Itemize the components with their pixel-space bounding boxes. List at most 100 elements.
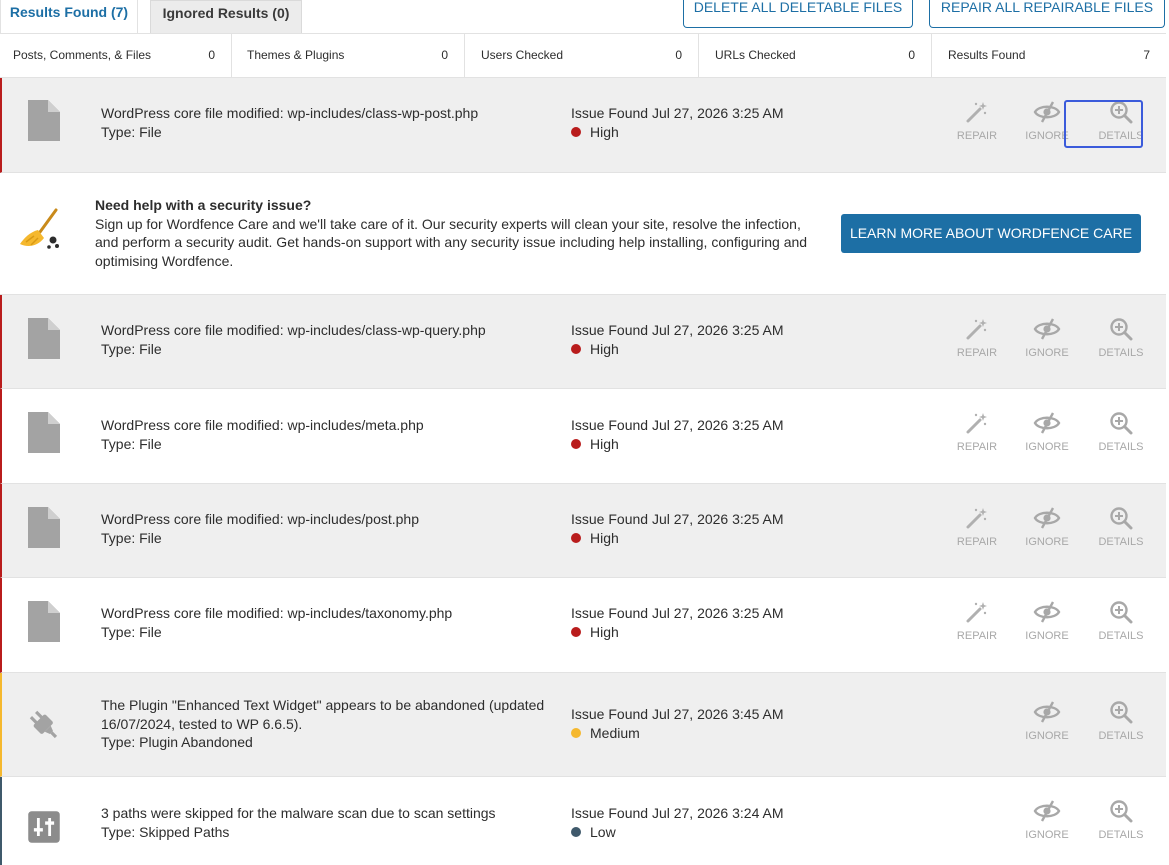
repair-button[interactable]: REPAIR — [947, 317, 1007, 359]
issue-title: WordPress core file modified: wp-include… — [101, 605, 453, 621]
issue-title-block: WordPress core file modified: wp-include… — [101, 604, 551, 641]
sliders-icon — [28, 811, 60, 843]
ignore-button[interactable]: IGNORE — [1017, 799, 1077, 841]
ignore-button[interactable]: IGNORE — [1017, 317, 1077, 359]
severity: High — [571, 435, 783, 454]
zoom-in-icon — [1109, 506, 1133, 530]
file-icon — [26, 411, 62, 455]
ignore-label: IGNORE — [1025, 630, 1069, 642]
issue-status-block: Issue Found Jul 27, 2026 3:24 AM Low — [571, 804, 783, 841]
severity-label: Medium — [590, 724, 640, 741]
eye-slash-icon — [1033, 506, 1061, 530]
ignore-label: IGNORE — [1025, 829, 1069, 841]
issue-title: 3 paths were skipped for the malware sca… — [101, 805, 496, 821]
eye-slash-icon — [1033, 317, 1061, 341]
issue-title: WordPress core file modified: wp-include… — [101, 417, 424, 433]
issue-type: Type: File — [101, 435, 162, 452]
promo-text: Need help with a security issue? Sign up… — [95, 196, 825, 270]
file-icon — [26, 99, 62, 143]
file-icon — [26, 317, 62, 361]
ignore-button[interactable]: IGNORE — [1017, 700, 1077, 742]
severity-dot-icon — [571, 438, 581, 449]
details-button[interactable]: DETAILS — [1091, 799, 1151, 841]
issue-type: Type: File — [101, 340, 162, 357]
issue-found-date: Issue Found Jul 27, 2026 3:25 AM — [571, 322, 784, 338]
delete-all-deletable-files-button[interactable]: DELETE ALL DELETABLE FILES — [683, 0, 913, 28]
ignore-button[interactable]: IGNORE — [1017, 506, 1077, 548]
ignore-label: IGNORE — [1025, 536, 1069, 548]
issue-status-block: Issue Found Jul 27, 2026 3:45 AM Medium — [571, 705, 783, 742]
severity: High — [571, 623, 783, 642]
repair-button[interactable]: REPAIR — [947, 506, 1007, 548]
details-label: DETAILS — [1098, 347, 1144, 359]
details-button[interactable]: DETAILS — [1091, 317, 1151, 359]
severity-label: High — [590, 623, 619, 640]
severity-dot-icon — [571, 626, 581, 637]
scan-summary-bar: Posts, Comments, & Files 0 Themes & Plug… — [0, 33, 1166, 78]
details-focus-ring — [1064, 100, 1143, 148]
plug-icon — [29, 710, 58, 739]
issue-row: WordPress core file modified: wp-include… — [0, 295, 1166, 389]
severity-label: High — [590, 123, 619, 140]
file-icon — [26, 600, 62, 644]
severity: Low — [571, 823, 783, 842]
stat-posts-comments-files: Posts, Comments, & Files 0 — [0, 34, 232, 77]
repair-all-label: REPAIR ALL REPAIRABLE FILES — [940, 0, 1154, 15]
learn-more-wordfence-care-button[interactable]: LEARN MORE ABOUT WORDFENCE CARE — [841, 214, 1141, 253]
issue-title-block: WordPress core file modified: wp-include… — [101, 416, 551, 453]
details-label: DETAILS — [1098, 730, 1144, 742]
issue-type: Type: Plugin Abandoned — [101, 734, 253, 750]
stat-users-checked: Users Checked 0 — [465, 34, 699, 77]
details-button[interactable]: DETAILS — [1091, 506, 1151, 548]
repair-label: REPAIR — [956, 536, 998, 548]
repair-button[interactable]: REPAIR — [947, 411, 1007, 453]
severity-label: High — [590, 340, 619, 357]
issue-type: Type: Skipped Paths — [101, 823, 230, 840]
ignore-button[interactable]: IGNORE — [1017, 600, 1077, 642]
magic-wand-icon — [965, 600, 989, 624]
stat-results-found: Results Found 7 — [932, 34, 1166, 77]
repair-button[interactable]: REPAIR — [947, 100, 1007, 142]
repair-button[interactable]: REPAIR — [947, 600, 1007, 642]
ignore-label: IGNORE — [1025, 130, 1069, 142]
severity-label: Low — [590, 823, 616, 840]
ignore-label: IGNORE — [1025, 441, 1069, 453]
stat-value: 0 — [441, 48, 448, 62]
severity: Medium — [571, 724, 783, 743]
ignore-label: IGNORE — [1025, 347, 1069, 359]
stat-label: Themes & Plugins — [247, 48, 345, 62]
tab-results-found[interactable]: Results Found (7) — [0, 0, 138, 33]
ignore-button[interactable]: IGNORE — [1017, 411, 1077, 453]
details-label: DETAILS — [1098, 630, 1144, 642]
issue-title-block: 3 paths were skipped for the malware sca… — [101, 804, 551, 841]
tab-ignored-results[interactable]: Ignored Results (0) — [150, 0, 302, 33]
severity-dot-icon — [571, 126, 581, 137]
severity: High — [571, 123, 783, 142]
promo-body: Sign up for Wordfence Care and we'll tak… — [95, 215, 808, 269]
issue-title: WordPress core file modified: wp-include… — [101, 105, 479, 121]
issue-row: WordPress core file modified: wp-include… — [0, 578, 1166, 673]
details-button[interactable]: DETAILS — [1091, 411, 1151, 453]
repair-all-repairable-files-button[interactable]: REPAIR ALL REPAIRABLE FILES — [929, 0, 1165, 28]
stat-urls-checked: URLs Checked 0 — [699, 34, 932, 77]
severity: High — [571, 340, 783, 359]
issue-type: Type: File — [101, 123, 162, 140]
stat-value: 0 — [908, 48, 915, 62]
issue-title-block: The Plugin "Enhanced Text Widget" appear… — [101, 696, 551, 752]
details-label: DETAILS — [1098, 829, 1144, 841]
issue-row: 3 paths were skipped for the malware sca… — [0, 777, 1166, 865]
issue-status-block: Issue Found Jul 27, 2026 3:25 AM High — [571, 104, 783, 141]
delete-all-label: DELETE ALL DELETABLE FILES — [693, 0, 903, 15]
issue-row: WordPress core file modified: wp-include… — [0, 484, 1166, 578]
zoom-in-icon — [1109, 411, 1133, 435]
issue-found-date: Issue Found Jul 27, 2026 3:25 AM — [571, 605, 784, 621]
repair-label: REPAIR — [956, 347, 998, 359]
stat-label: Posts, Comments, & Files — [13, 48, 152, 62]
details-button[interactable]: DETAILS — [1091, 700, 1151, 742]
eye-slash-icon — [1033, 600, 1061, 624]
severity-label: High — [590, 529, 619, 546]
magic-wand-icon — [965, 317, 989, 341]
stat-value: 0 — [208, 48, 215, 62]
details-button[interactable]: DETAILS — [1091, 600, 1151, 642]
issue-title: WordPress core file modified: wp-include… — [101, 511, 420, 527]
